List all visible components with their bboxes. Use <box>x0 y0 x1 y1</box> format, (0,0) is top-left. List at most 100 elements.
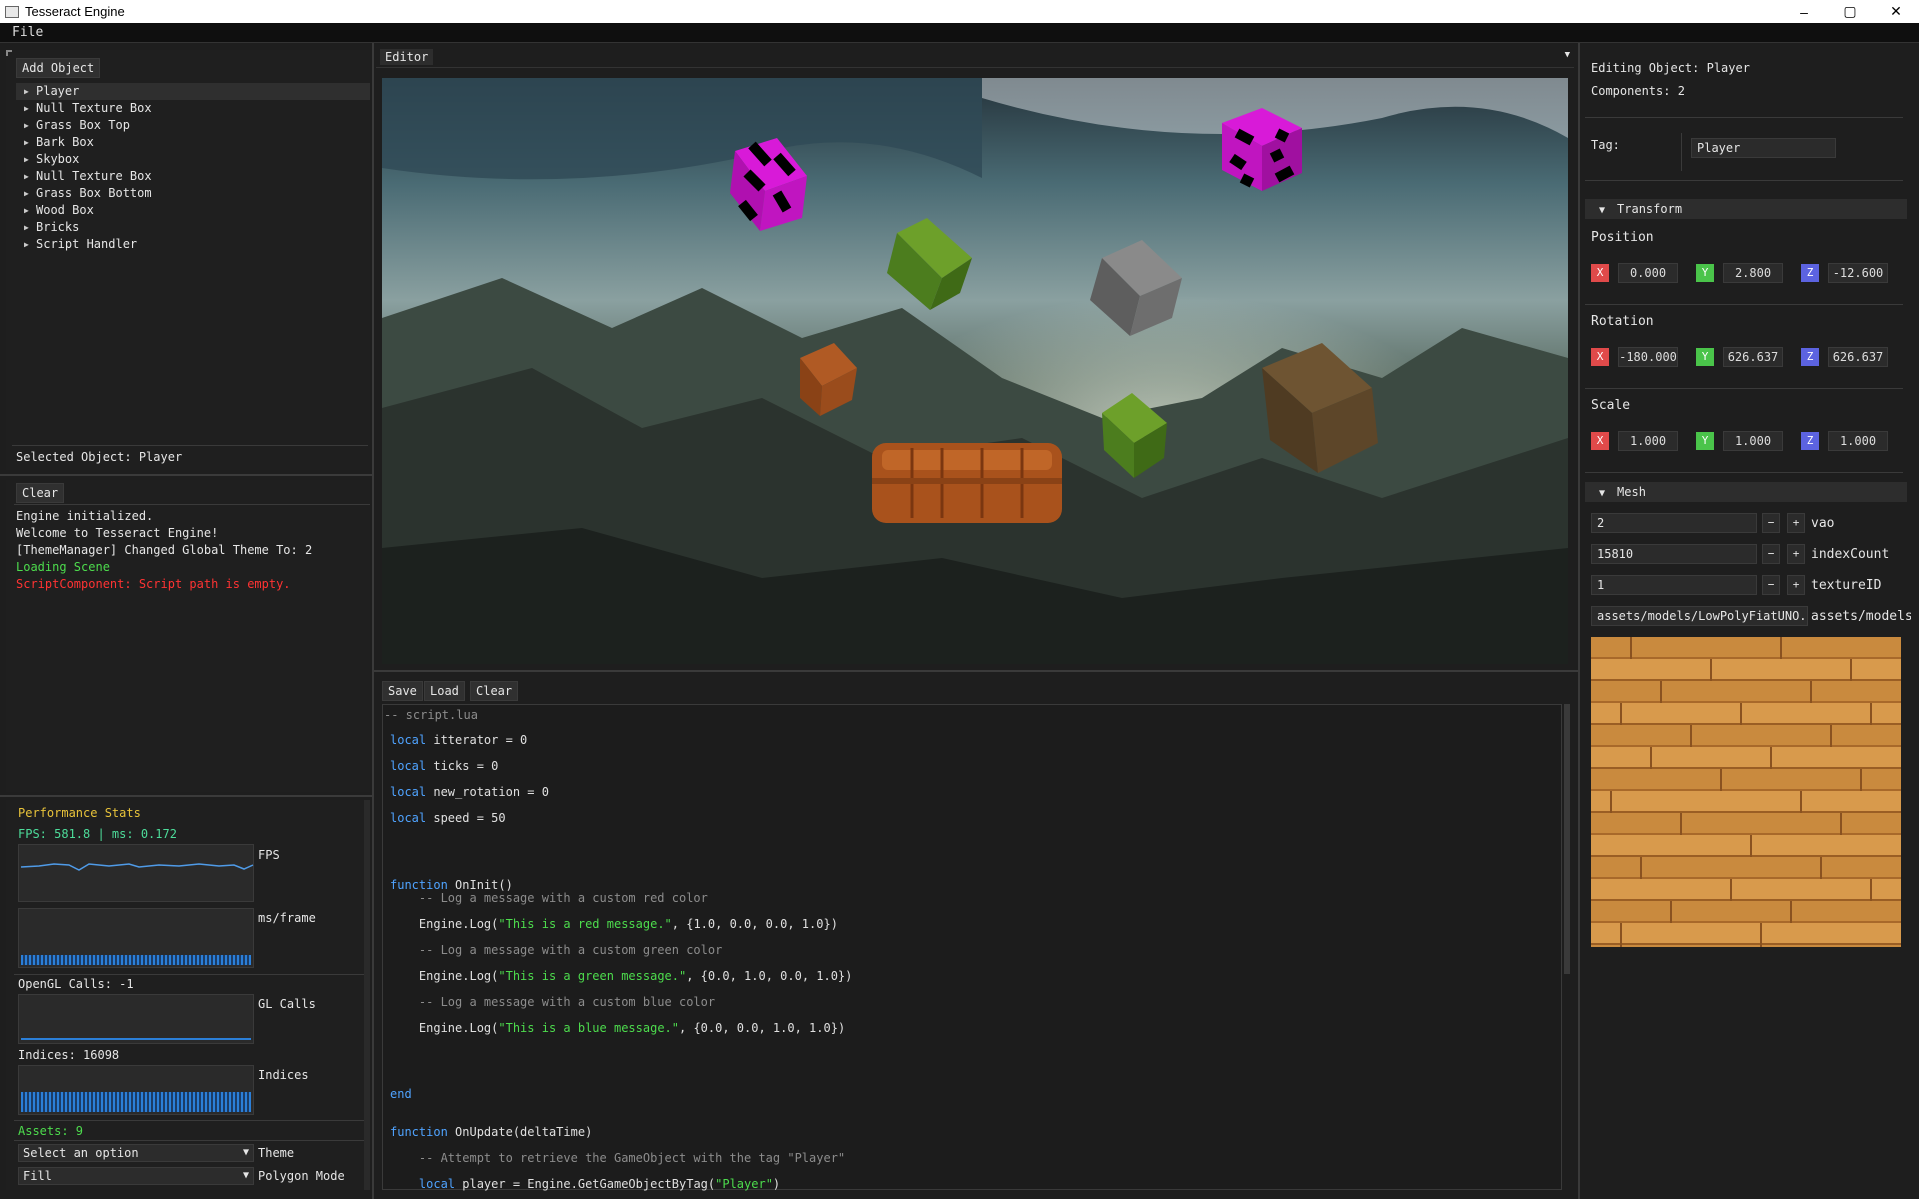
tree-item[interactable]: ▶ Script Handler <box>16 236 370 253</box>
script-save-button[interactable]: Save <box>382 681 423 701</box>
tree-item[interactable]: ▶ Bricks <box>16 219 370 236</box>
assets-readout: Assets: 9 <box>18 1124 84 1138</box>
ms-graph <box>18 908 254 968</box>
polygon-mode-select[interactable]: Fill ▼ <box>18 1167 254 1185</box>
gl-calls-readout: OpenGL Calls: -1 <box>18 977 134 991</box>
index-count-increment-button[interactable]: + <box>1787 544 1805 564</box>
tree-item[interactable]: ▶ Skybox <box>16 151 370 168</box>
script-scrollbar[interactable] <box>1564 704 1570 974</box>
indices-readout: Indices: 16098 <box>18 1048 120 1062</box>
code-token: -- Attempt to retrieve the GameObject wi… <box>390 1151 846 1165</box>
tree-item-label: Bricks <box>36 220 80 234</box>
script-load-button[interactable]: Load <box>424 681 465 701</box>
model-path-input[interactable]: assets/models/LowPolyFiatUNO.o <box>1591 606 1808 626</box>
index-count-input[interactable]: 15810 <box>1591 544 1757 564</box>
divider <box>14 1120 364 1121</box>
expand-arrow-icon[interactable]: ▶ <box>24 83 29 100</box>
collapse-triangle-icon: ▼ <box>1599 205 1606 216</box>
wood-plank-pattern <box>1610 637 1872 947</box>
code-token: , {1.0, 0.0, 0.0, 1.0}) <box>671 917 838 931</box>
vao-decrement-button[interactable]: − <box>1762 513 1780 533</box>
menu-file[interactable]: File <box>0 23 55 42</box>
texture-id-increment-button[interactable]: + <box>1787 575 1805 595</box>
texture-id-input[interactable]: 1 <box>1591 575 1757 595</box>
tree-item[interactable]: ▶ Grass Box Bottom <box>16 185 370 202</box>
scale-axis-x-label: X <box>1591 432 1609 450</box>
code-token: player = Engine.GetGameObjectByTag( <box>455 1177 716 1191</box>
expand-arrow-icon[interactable]: ▶ <box>24 134 29 151</box>
expand-arrow-icon[interactable]: ▶ <box>24 202 29 219</box>
expand-arrow-icon[interactable]: ▶ <box>24 236 29 253</box>
panel-grip <box>6 50 12 56</box>
texture-preview <box>1591 637 1901 947</box>
transform-header[interactable]: ▼ Transform <box>1585 199 1907 219</box>
console-line: Welcome to Tesseract Engine! <box>16 526 219 540</box>
minimize-button[interactable]: – <box>1781 0 1827 23</box>
tree-item[interactable]: ▶ Null Texture Box <box>16 100 370 117</box>
add-object-button[interactable]: Add Object <box>16 58 101 78</box>
expand-arrow-icon[interactable]: ▶ <box>24 219 29 236</box>
mesh-header[interactable]: ▼ Mesh <box>1585 482 1907 502</box>
vao-increment-button[interactable]: + <box>1787 513 1805 533</box>
chevron-down-icon[interactable]: ▼ <box>1565 50 1570 60</box>
collapse-triangle-icon: ▼ <box>1599 488 1606 499</box>
expand-arrow-icon[interactable]: ▶ <box>24 168 29 185</box>
position-z-input[interactable]: -12.600 <box>1828 263 1888 283</box>
indices-graph-bars <box>21 1092 251 1112</box>
gl-calls-graph-label: GL Calls <box>258 997 316 1011</box>
console-clear-button[interactable]: Clear <box>16 483 65 503</box>
expand-arrow-icon[interactable]: ▶ <box>24 117 29 134</box>
maximize-button[interactable]: ▢ <box>1827 0 1873 23</box>
code-token: itterator = 0 <box>426 733 528 747</box>
tree-item[interactable]: ▶ Null Texture Box <box>16 168 370 185</box>
theme-select[interactable]: Select an option ▼ <box>18 1144 254 1162</box>
tab-editor[interactable]: Editor <box>380 49 434 65</box>
index-count-decrement-button[interactable]: − <box>1762 544 1780 564</box>
tree-item-label: Bark Box <box>36 135 94 149</box>
divider <box>1585 472 1903 473</box>
rotation-y-input[interactable]: 626.637 <box>1723 347 1783 367</box>
scale-x-input[interactable]: 1.000 <box>1618 431 1678 451</box>
theme-select-value: Select an option <box>23 1146 139 1160</box>
code-line: function OnUpdate(deltaTime) <box>390 1125 592 1139</box>
tree-item[interactable]: ▶ Wood Box <box>16 202 370 219</box>
scene-viewport[interactable] <box>382 78 1568 664</box>
position-x-input[interactable]: 0.000 <box>1618 263 1678 283</box>
tree-item[interactable]: ▶ Player <box>16 83 370 100</box>
model-path-label: assets/models/l <box>1811 609 1911 624</box>
scale-axis-y-label: Y <box>1696 432 1714 450</box>
code-token: local <box>390 785 427 799</box>
code-line: local player = Engine.GetGameObjectByTag… <box>390 1177 780 1191</box>
position-y-input[interactable]: 2.800 <box>1723 263 1783 283</box>
code-token: , {0.0, 0.0, 1.0, 1.0}) <box>679 1021 846 1035</box>
code-token: local <box>390 733 427 747</box>
tag-input[interactable]: Player <box>1691 138 1836 158</box>
tree-item[interactable]: ▶ Grass Box Top <box>16 117 370 134</box>
divider <box>0 474 372 476</box>
code-token: "This is a green message." <box>498 969 687 983</box>
script-clear-button[interactable]: Clear <box>470 681 519 701</box>
object-tree: ▶ Player ▶ Null Texture Box ▶ Grass Box Top ▶ B… <box>16 83 370 253</box>
gl-calls-graph <box>18 994 254 1044</box>
vao-input[interactable]: 2 <box>1591 513 1757 533</box>
tree-item-label: Wood Box <box>36 203 94 217</box>
scale-axis-z-label: Z <box>1801 432 1819 450</box>
rotation-axis-y-label: Y <box>1696 348 1714 366</box>
chevron-down-icon: ▼ <box>242 1147 249 1158</box>
scale-z-input[interactable]: 1.000 <box>1828 431 1888 451</box>
tree-item[interactable]: ▶ Bark Box <box>16 134 370 151</box>
expand-arrow-icon[interactable]: ▶ <box>24 100 29 117</box>
perf-scrollbar[interactable] <box>364 800 370 1190</box>
scale-y-input[interactable]: 1.000 <box>1723 431 1783 451</box>
expand-arrow-icon[interactable]: ▶ <box>24 151 29 168</box>
rotation-x-input[interactable]: -180.000 <box>1618 347 1678 367</box>
rotation-z-input[interactable]: 626.637 <box>1828 347 1888 367</box>
code-token: speed = 50 <box>426 811 506 825</box>
expand-arrow-icon[interactable]: ▶ <box>24 185 29 202</box>
code-token: -- Log a message with a custom blue colo… <box>390 995 716 1009</box>
fps-readout: FPS: 581.8 | ms: 0.172 <box>18 827 177 841</box>
divider <box>1585 117 1903 118</box>
performance-panel: Performance Stats FPS: 581.8 | ms: 0.172… <box>6 800 368 1190</box>
close-button[interactable]: ✕ <box>1873 0 1919 23</box>
texture-id-decrement-button[interactable]: − <box>1762 575 1780 595</box>
